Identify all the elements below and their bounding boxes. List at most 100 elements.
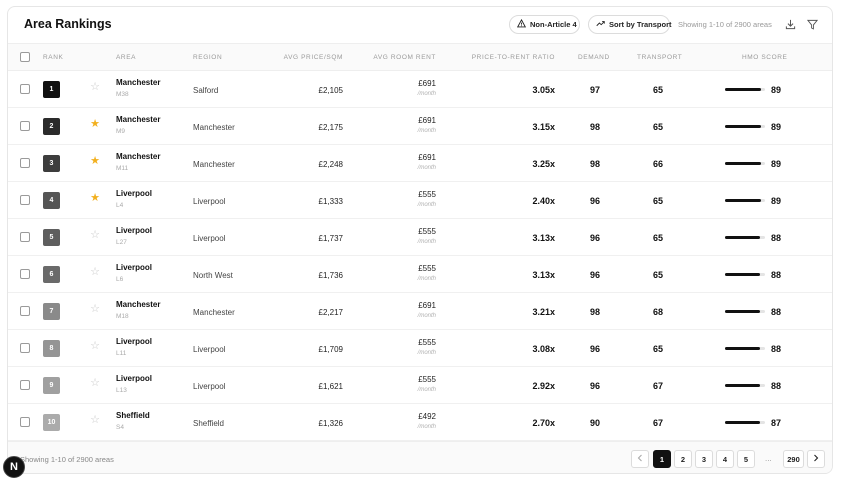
table-row[interactable]: 10 ☆ Sheffield S4 Sheffield £1,326 £492 … <box>8 404 832 441</box>
select-all-checkbox[interactable] <box>20 52 30 62</box>
page-button-5[interactable]: 5 <box>737 450 755 468</box>
favorite-star-icon[interactable]: ☆ <box>89 229 101 241</box>
column-header-transport[interactable]: Transport <box>637 54 682 61</box>
demand-cell: 98 <box>589 122 600 132</box>
row-checkbox[interactable] <box>20 84 30 94</box>
hmo-score-bar-fill <box>725 88 761 91</box>
column-header-rank[interactable]: Rank <box>43 54 63 61</box>
table-row[interactable]: 3 ★ Manchester M11 Manchester £2,248 £69… <box>8 145 832 182</box>
filter-icon[interactable] <box>805 17 819 31</box>
demand-cell: 98 <box>589 307 600 317</box>
row-checkbox[interactable] <box>20 343 30 353</box>
avg-price-cell: £1,333 <box>318 197 343 206</box>
favorite-star-icon[interactable]: ★ <box>89 155 101 167</box>
hmo-score-value: 88 <box>771 307 782 317</box>
table-row[interactable]: 5 ☆ Liverpool L27 Liverpool £1,737 £555 … <box>8 219 832 256</box>
page-button-3[interactable]: 3 <box>695 450 713 468</box>
page-button-last[interactable]: 290 <box>783 450 804 468</box>
avg-rent-cell: £555 <box>418 338 436 347</box>
rent-unit-label: /month <box>417 424 436 430</box>
page-button-4[interactable]: 4 <box>716 450 734 468</box>
row-checkbox[interactable] <box>20 306 30 316</box>
area-postcode: M18 <box>116 313 129 320</box>
area-postcode: L6 <box>116 276 124 283</box>
area-postcode: M38 <box>116 91 129 98</box>
download-icon[interactable] <box>783 17 797 31</box>
non-article-4-filter-button[interactable]: Non-Article 4 <box>509 15 580 34</box>
table-row[interactable]: 4 ★ Liverpool L4 Liverpool £1,333 £555 /… <box>8 182 832 219</box>
column-header-demand[interactable]: Demand <box>578 54 610 61</box>
page-button-1[interactable]: 1 <box>653 450 671 468</box>
n-logo[interactable]: N <box>3 456 25 478</box>
column-header-ratio[interactable]: Price-to-Rent Ratio <box>472 54 555 61</box>
row-checkbox[interactable] <box>20 269 30 279</box>
region-cell: Liverpool <box>193 345 226 354</box>
avg-rent-cell: £691 <box>418 301 436 310</box>
price-to-rent-ratio-cell: 3.21x <box>532 307 555 317</box>
avg-rent-cell: £555 <box>418 375 436 384</box>
area-name[interactable]: Manchester <box>116 300 160 309</box>
column-header-hmo-score[interactable]: HMO Score <box>742 54 788 61</box>
favorite-star-icon[interactable]: ☆ <box>89 340 101 352</box>
table-row[interactable]: 8 ☆ Liverpool L11 Liverpool £1,709 £555 … <box>8 330 832 367</box>
rank-badge: 7 <box>43 303 60 320</box>
column-header-region[interactable]: Region <box>193 54 222 61</box>
column-header-area[interactable]: Area <box>116 54 136 61</box>
warning-triangle-icon <box>516 18 527 30</box>
table-row[interactable]: 6 ☆ Liverpool L6 North West £1,736 £555 … <box>8 256 832 293</box>
avg-rent-cell: £555 <box>418 227 436 236</box>
page-button-2[interactable]: 2 <box>674 450 692 468</box>
region-cell: Manchester <box>193 160 235 169</box>
hmo-score-bar <box>725 199 765 202</box>
area-name[interactable]: Liverpool <box>116 189 152 198</box>
row-checkbox[interactable] <box>20 121 30 131</box>
favorite-star-icon[interactable]: ☆ <box>89 266 101 278</box>
row-checkbox[interactable] <box>20 158 30 168</box>
table-row[interactable]: 9 ☆ Liverpool L13 Liverpool £1,621 £555 … <box>8 367 832 404</box>
row-checkbox[interactable] <box>20 380 30 390</box>
hmo-score-bar-fill <box>725 236 761 239</box>
hmo-score-bar <box>725 421 765 424</box>
favorite-star-icon[interactable]: ☆ <box>89 377 101 389</box>
column-header-rent[interactable]: Avg Room Rent <box>373 54 436 61</box>
favorite-star-icon[interactable]: ☆ <box>89 81 101 93</box>
sort-by-transport-button[interactable]: Sort by Transport <box>588 15 672 34</box>
area-name[interactable]: Manchester <box>116 152 160 161</box>
rank-badge: 2 <box>43 118 60 135</box>
hmo-score-bar-fill <box>725 310 761 313</box>
rent-unit-label: /month <box>417 313 436 319</box>
area-name[interactable]: Liverpool <box>116 337 152 346</box>
area-name[interactable]: Manchester <box>116 115 160 124</box>
rank-badge: 10 <box>43 414 60 431</box>
transport-cell: 65 <box>652 344 663 354</box>
table-row[interactable]: 7 ☆ Manchester M18 Manchester £2,217 £69… <box>8 293 832 330</box>
favorite-star-icon[interactable]: ☆ <box>89 414 101 426</box>
favorite-star-icon[interactable]: ★ <box>89 192 101 204</box>
area-name[interactable]: Liverpool <box>116 226 152 235</box>
favorite-star-icon[interactable]: ☆ <box>89 303 101 315</box>
row-checkbox[interactable] <box>20 195 30 205</box>
favorite-star-icon[interactable]: ★ <box>89 118 101 130</box>
area-postcode: L27 <box>116 239 127 246</box>
hmo-score-bar-fill <box>725 162 761 165</box>
table-row[interactable]: 2 ★ Manchester M9 Manchester £2,175 £691… <box>8 108 832 145</box>
avg-rent-cell: £691 <box>418 79 436 88</box>
hmo-score-bar <box>725 347 765 350</box>
transport-cell: 65 <box>652 122 663 132</box>
hmo-score-bar-fill <box>725 384 761 387</box>
transport-cell: 65 <box>652 85 663 95</box>
next-page-button[interactable] <box>807 450 825 468</box>
avg-price-cell: £2,175 <box>318 123 343 132</box>
area-name[interactable]: Liverpool <box>116 374 152 383</box>
transport-cell: 65 <box>652 233 663 243</box>
table-row[interactable]: 1 ☆ Manchester M38 Salford £2,105 £691 /… <box>8 71 832 108</box>
hmo-score-value: 88 <box>771 344 782 354</box>
area-name[interactable]: Sheffield <box>116 411 150 420</box>
previous-page-button[interactable] <box>631 450 649 468</box>
column-header-price[interactable]: Avg Price/SQM <box>284 54 343 61</box>
area-name[interactable]: Liverpool <box>116 263 152 272</box>
row-checkbox[interactable] <box>20 232 30 242</box>
area-name[interactable]: Manchester <box>116 78 160 87</box>
row-checkbox[interactable] <box>20 417 30 427</box>
rank-badge: 4 <box>43 192 60 209</box>
